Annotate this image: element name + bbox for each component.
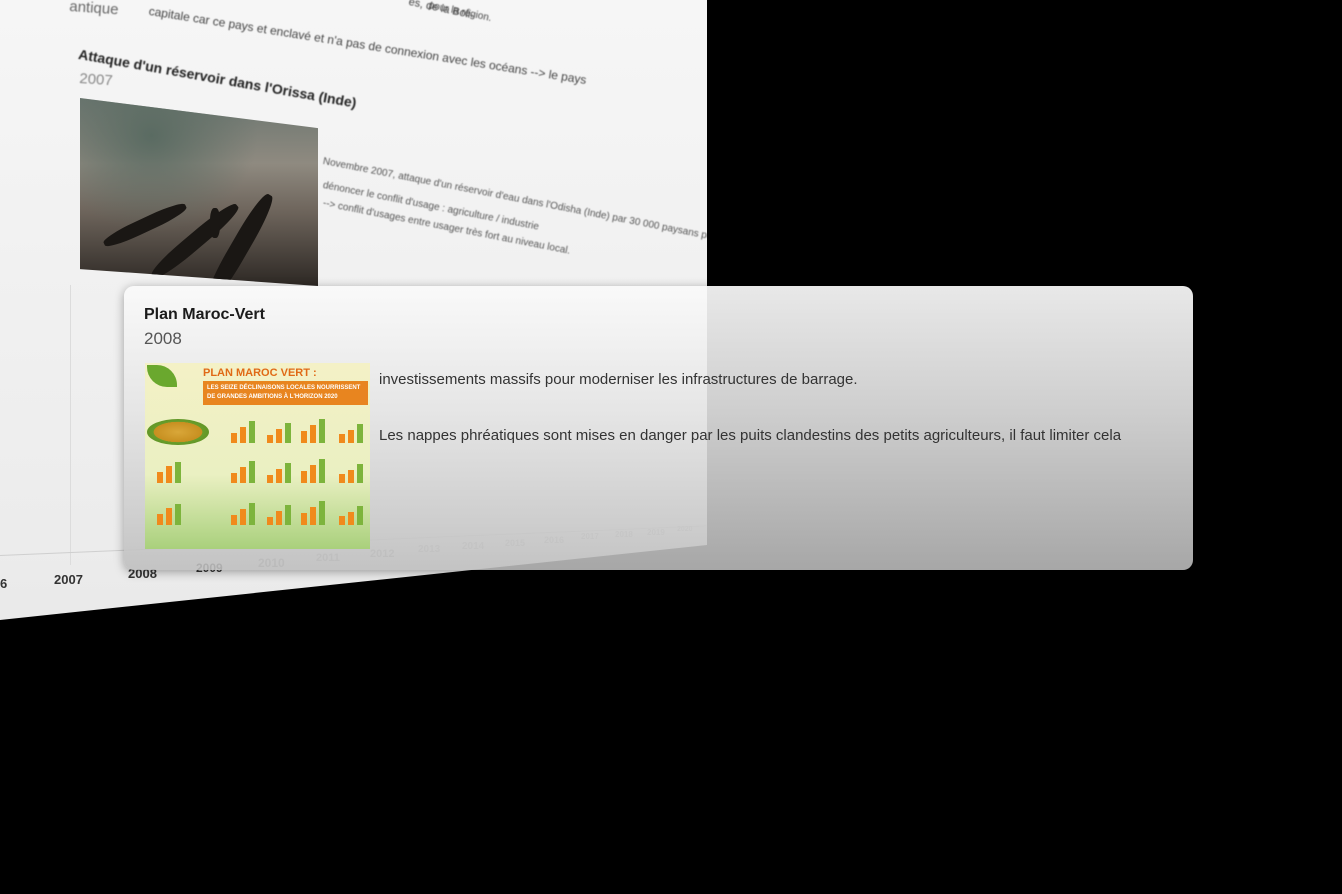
poster-subtitle: LES SEIZE DÉCLINAISONS LOCALES NOURRISSE… [207, 384, 360, 402]
description-paragraph: investissements massifs pour moderniser … [379, 371, 858, 388]
poster-mini-bar [357, 506, 363, 525]
poster-mini-bar [231, 515, 237, 525]
poster-mini-bar [276, 429, 282, 443]
poster-mini-bar [231, 433, 237, 443]
poster-mini-bar [348, 512, 354, 525]
poster-title: PLAN MAROC VERT : [203, 367, 317, 379]
poster-mini-bar [276, 511, 282, 525]
poster-subtitle-line: DE GRANDES AMBITIONS À L'HORIZON 2020 [207, 394, 338, 400]
poster-mini-bar [240, 467, 246, 483]
event-year: 2008 [144, 329, 182, 348]
poster-mini-bar [249, 421, 255, 443]
poster-mini-bar [240, 509, 246, 525]
poster-mini-bar [301, 513, 307, 525]
leaf-logo-icon [147, 365, 177, 387]
poster-mini-bar [249, 461, 255, 483]
poster-mini-bar [301, 471, 307, 483]
entry-title[interactable]: Attaque d'un réservoir dans l'Orissa (In… [77, 46, 358, 111]
poster-mini-bar [301, 431, 307, 443]
poster-mini-bar [339, 474, 345, 483]
poster-mini-bar [285, 463, 291, 483]
poster-mini-bar [348, 470, 354, 483]
poster-mini-chart [297, 419, 331, 443]
intro-text-line: pour la région. [427, 0, 493, 25]
reservoir-photo[interactable] [80, 98, 318, 286]
poster-mini-bar [310, 425, 316, 443]
poster-mini-bar [276, 469, 282, 483]
poster-mini-bar [285, 423, 291, 443]
poster-mini-chart [335, 501, 369, 525]
poster-mini-bar [339, 516, 345, 525]
poster-mini-chart [263, 419, 297, 443]
poster-mini-bar [267, 517, 273, 525]
poster-mini-bar [319, 419, 325, 443]
wheat-icon [147, 419, 209, 445]
poster-mini-bar [267, 435, 273, 443]
poster-banner: LES SEIZE DÉCLINAISONS LOCALES NOURRISSE… [203, 381, 368, 405]
poster-mini-bar [249, 503, 255, 525]
poster-mini-bar [348, 430, 354, 443]
poster-mini-bar [166, 466, 172, 483]
poster-mini-bar [231, 473, 237, 483]
poster-mini-chart [153, 501, 187, 525]
poster-mini-chart [263, 459, 297, 483]
description-paragraph: Les nappes phréatiques sont mises en dan… [379, 427, 1122, 444]
timeline-connector [70, 285, 71, 565]
timeline-scene: antique capitale car ce pays et enclavé … [0, 0, 1342, 894]
poster-mini-chart [227, 459, 261, 483]
poster-mini-bar [310, 507, 316, 525]
poster-mini-bar [157, 514, 163, 525]
intro-text-line: antique [68, 0, 120, 19]
poster-mini-bar [240, 427, 246, 443]
poster-mini-chart [297, 459, 331, 483]
timeline-tick[interactable]: 6 [0, 576, 7, 591]
poster-mini-bar [175, 462, 181, 483]
poster-mini-bar [166, 508, 172, 525]
poster-mini-bar [357, 424, 363, 443]
plan-maroc-vert-poster[interactable]: PLAN MAROC VERT : LES SEIZE DÉCLINAISONS… [145, 363, 370, 549]
person-silhouette [210, 208, 220, 238]
timeline-tick[interactable]: 2007 [54, 572, 83, 587]
event-detail-card[interactable]: Plan Maroc-Vert 2008 PLAN MAROC VERT : L… [124, 286, 1193, 570]
poster-mini-bar [319, 459, 325, 483]
entry-year: 2007 [78, 70, 114, 90]
poster-mini-bar [339, 434, 345, 443]
event-title: Plan Maroc-Vert [144, 306, 265, 323]
event-description: investissements massifs pour moderniser … [379, 366, 1169, 450]
poster-mini-bar [285, 505, 291, 525]
poster-mini-chart [335, 419, 369, 443]
poster-mini-chart [297, 501, 331, 525]
poster-mini-chart [227, 501, 261, 525]
boat-shape [101, 199, 189, 251]
poster-mini-bar [267, 475, 273, 483]
poster-mini-bar [310, 465, 316, 483]
poster-mini-bar [319, 501, 325, 525]
poster-mini-bar [357, 464, 363, 483]
poster-mini-bar [157, 472, 163, 483]
poster-mini-chart [335, 459, 369, 483]
poster-mini-chart [227, 419, 261, 443]
poster-mini-chart [153, 459, 187, 483]
poster-mini-chart [263, 501, 297, 525]
poster-mini-bar [175, 504, 181, 525]
poster-subtitle-line: LES SEIZE DÉCLINAISONS LOCALES NOURRISSE… [207, 385, 361, 391]
